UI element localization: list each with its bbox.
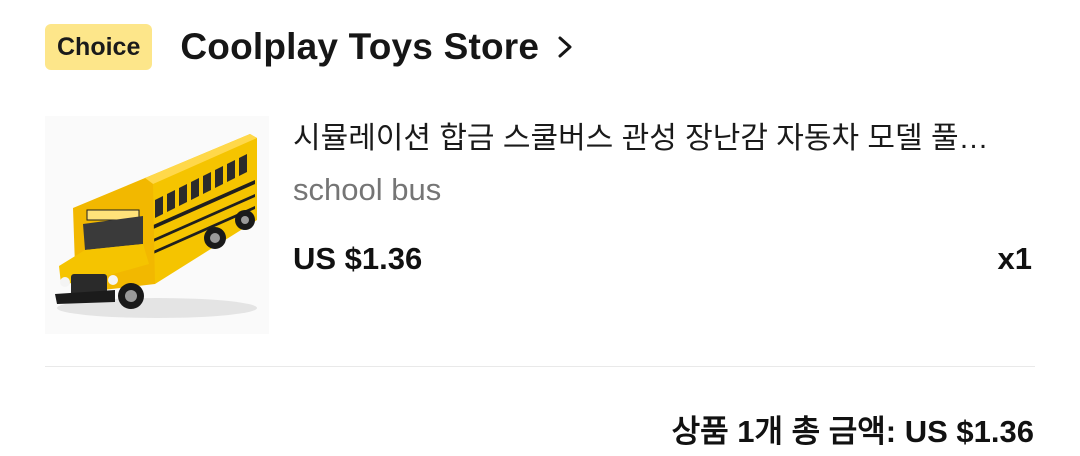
product-title[interactable]: 시뮬레이션 합금 스쿨버스 관성 장난감 자동차 모델 풀…	[293, 113, 1033, 157]
school-bus-icon	[55, 134, 257, 318]
chevron-right-icon[interactable]	[551, 33, 579, 61]
store-header[interactable]: Choice Coolplay Toys Store	[45, 22, 579, 72]
choice-badge: Choice	[45, 24, 153, 70]
store-name-link[interactable]: Coolplay Toys Store	[180, 26, 539, 68]
divider	[45, 366, 1035, 367]
order-store-card: Choice Coolplay Toys Store 시뮬레이션 합금 스쿨버스…	[0, 0, 1080, 456]
product-thumbnail[interactable]	[45, 116, 269, 334]
product-variant: school bus	[293, 172, 442, 207]
product-price: US $1.36	[293, 241, 423, 276]
order-total: 상품 1개 총 금액: US $1.36	[671, 414, 1034, 449]
quantity-label: x1	[997, 241, 1032, 276]
